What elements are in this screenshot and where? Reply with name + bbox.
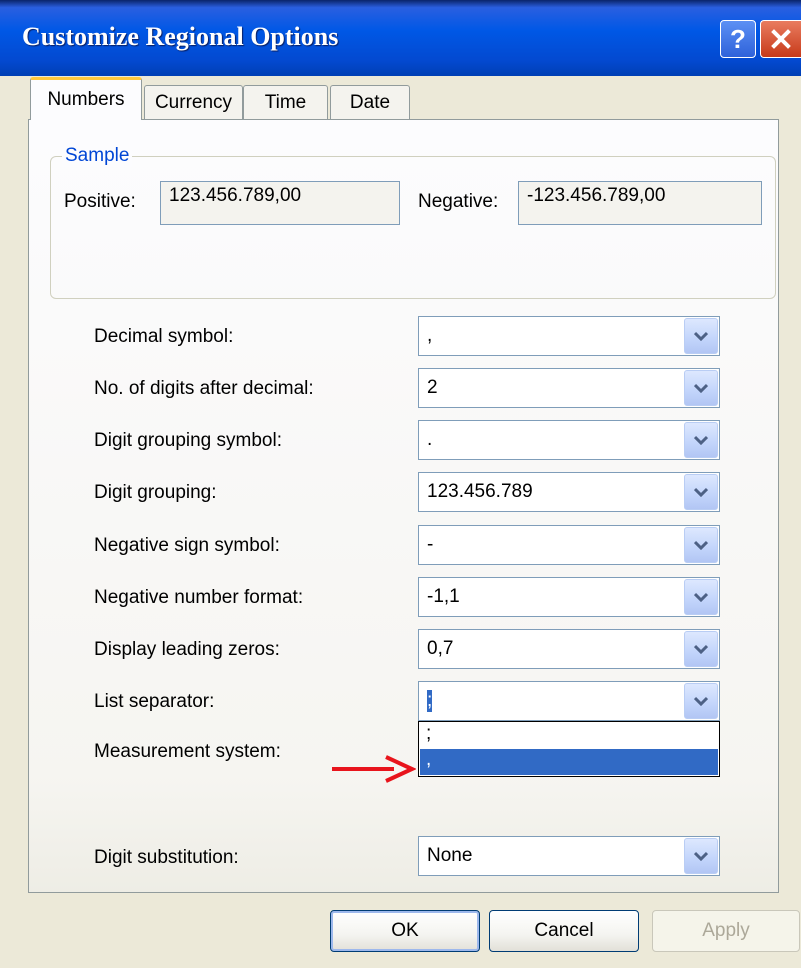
close-button[interactable] <box>760 20 801 58</box>
negative-sign-symbol-combo[interactable]: - <box>418 525 720 565</box>
digit-substitution-combo[interactable]: None <box>418 836 720 876</box>
decimal-symbol-label: Decimal symbol: <box>94 326 234 347</box>
chevron-down-icon <box>694 540 708 550</box>
decimal-symbol-value: , <box>427 325 433 346</box>
decimal-symbol-combo[interactable]: , <box>418 316 720 356</box>
digit-grouping-value: 123.456.789 <box>427 481 533 502</box>
title-bar[interactable]: Customize Regional Options ? <box>0 0 801 76</box>
tab-currency[interactable]: Currency <box>144 85 243 119</box>
tab-time[interactable]: Time <box>243 85 328 119</box>
chevron-down-icon <box>694 696 708 706</box>
negative-label: Negative: <box>418 191 499 212</box>
negative-sign-symbol-value: - <box>427 534 434 555</box>
dropdown-arrow-button[interactable] <box>684 579 718 615</box>
digit-grouping-symbol-label: Digit grouping symbol: <box>94 430 282 451</box>
display-leading-zeros-label: Display leading zeros: <box>94 639 280 660</box>
dropdown-arrow-button[interactable] <box>684 474 718 510</box>
chevron-down-icon <box>694 435 708 445</box>
tab-numbers[interactable]: Numbers <box>30 77 142 120</box>
apply-button[interactable]: Apply <box>652 910 800 952</box>
sample-legend: Sample <box>62 145 133 167</box>
window-title: Customize Regional Options <box>22 22 339 51</box>
help-icon: ? <box>730 23 746 54</box>
digit-substitution-value: None <box>427 845 473 866</box>
digits-after-decimal-label: No. of digits after decimal: <box>94 378 314 399</box>
chevron-down-icon <box>694 644 708 654</box>
chevron-down-icon <box>694 851 708 861</box>
digits-after-decimal-value: 2 <box>427 377 438 398</box>
cancel-button[interactable]: Cancel <box>489 910 639 952</box>
negative-number-format-label: Negative number format: <box>94 587 304 608</box>
list-separator-label: List separator: <box>94 691 215 712</box>
negative-number-format-combo[interactable]: -1,1 <box>418 577 720 617</box>
dropdown-arrow-button[interactable] <box>684 683 718 719</box>
ok-button[interactable]: OK <box>330 910 480 952</box>
negative-sign-symbol-label: Negative sign symbol: <box>94 535 280 556</box>
list-separator-dropdown[interactable]: ; , <box>418 721 720 777</box>
close-icon <box>771 29 791 49</box>
positive-label: Positive: <box>64 191 136 212</box>
dropdown-arrow-button[interactable] <box>684 318 718 354</box>
digit-grouping-label: Digit grouping: <box>94 482 217 503</box>
list-separator-combo[interactable]: ; <box>418 681 720 721</box>
chevron-down-icon <box>694 592 708 602</box>
dropdown-arrow-button[interactable] <box>684 527 718 563</box>
dropdown-option-highlighted[interactable]: , <box>420 749 718 775</box>
dropdown-arrow-button[interactable] <box>684 631 718 667</box>
chevron-down-icon <box>694 331 708 341</box>
dropdown-arrow-button[interactable] <box>684 422 718 458</box>
digits-after-decimal-combo[interactable]: 2 <box>418 368 720 408</box>
measurement-system-label: Measurement system: <box>94 741 281 762</box>
negative-number-format-value: -1,1 <box>427 586 460 607</box>
red-arrow-annotation <box>332 755 416 783</box>
dropdown-arrow-button[interactable] <box>684 838 718 874</box>
chevron-down-icon <box>694 383 708 393</box>
help-button[interactable]: ? <box>720 20 756 58</box>
chevron-down-icon <box>694 487 708 497</box>
display-leading-zeros-combo[interactable]: 0,7 <box>418 629 720 669</box>
list-separator-value: ; <box>427 690 433 712</box>
digit-grouping-combo[interactable]: 123.456.789 <box>418 472 720 512</box>
tab-date[interactable]: Date <box>330 85 410 119</box>
positive-sample-field[interactable]: 123.456.789,00 <box>160 181 400 225</box>
negative-sample-field[interactable]: -123.456.789,00 <box>518 181 762 225</box>
digit-grouping-symbol-value: . <box>427 429 433 450</box>
display-leading-zeros-value: 0,7 <box>427 638 454 659</box>
digit-substitution-label: Digit substitution: <box>94 847 239 868</box>
dropdown-arrow-button[interactable] <box>684 370 718 406</box>
dropdown-option[interactable]: ; <box>420 723 718 749</box>
digit-grouping-symbol-combo[interactable]: . <box>418 420 720 460</box>
sample-groupbox <box>50 156 776 299</box>
